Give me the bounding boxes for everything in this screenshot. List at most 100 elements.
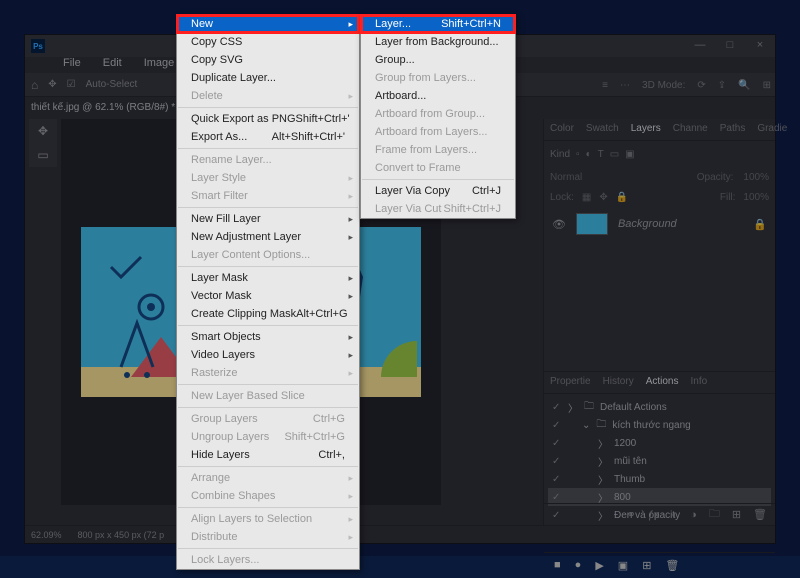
visibility-icon[interactable]: 👁 bbox=[552, 218, 566, 231]
menu-vector-mask[interactable]: Vector Mask bbox=[177, 287, 359, 305]
align-icon[interactable]: ≡ bbox=[602, 80, 608, 91]
distribute-icon[interactable]: ⋯ bbox=[620, 80, 630, 91]
menu-image[interactable]: Image bbox=[140, 55, 179, 71]
lock-position-icon[interactable]: ✥ bbox=[599, 192, 607, 203]
submenu-convert-to-frame: Convert to Frame bbox=[361, 159, 515, 177]
tab-layers[interactable]: Layers bbox=[625, 119, 667, 140]
tool-marquee-icon[interactable]: ▭ bbox=[29, 143, 57, 167]
tab-channels[interactable]: Channe bbox=[667, 119, 714, 140]
submenu-layer-via-cut: Layer Via CutShift+Ctrl+J bbox=[361, 200, 515, 218]
menu-clipping-mask[interactable]: Create Clipping MaskAlt+Ctrl+G bbox=[177, 305, 359, 323]
window-controls: — □ × bbox=[685, 35, 775, 55]
workspace-icon[interactable]: ⊞ bbox=[763, 80, 771, 91]
menu-smart-filter: Smart Filter bbox=[177, 187, 359, 205]
menu-layer-style: Layer Style bbox=[177, 169, 359, 187]
menu-arrange: Arrange bbox=[177, 469, 359, 487]
layer-row-background[interactable]: 👁 Background 🔒 bbox=[544, 207, 775, 241]
menu-copy-css[interactable]: Copy CSS bbox=[177, 33, 359, 51]
tab-properties[interactable]: Propertie bbox=[544, 372, 597, 393]
folder-icon: 🗀 bbox=[596, 417, 606, 434]
tab-history[interactable]: History bbox=[597, 372, 640, 393]
action-set[interactable]: ✓〉🗀Default Actions bbox=[548, 398, 771, 416]
actions-tabs: Propertie History Actions Info bbox=[544, 372, 775, 394]
trash-icon[interactable]: 🗑 bbox=[665, 559, 679, 572]
layer-filter-bar: Kind ▫ ◐ T ▭ ▣ bbox=[544, 141, 775, 167]
record-icon[interactable]: ● bbox=[575, 559, 582, 572]
tab-gradients[interactable]: Gradie bbox=[751, 119, 793, 140]
menu-quick-export[interactable]: Quick Export as PNGShift+Ctrl+' bbox=[177, 110, 359, 128]
menu-hide-layers[interactable]: Hide LayersCtrl+, bbox=[177, 446, 359, 464]
tab-color[interactable]: Color bbox=[544, 119, 580, 140]
tool-move-icon[interactable]: ✥ bbox=[29, 119, 57, 143]
submenu-group[interactable]: Group... bbox=[361, 51, 515, 69]
menu-export-as[interactable]: Export As...Alt+Shift+Ctrl+' bbox=[177, 128, 359, 146]
tab-paths[interactable]: Paths bbox=[714, 119, 752, 140]
filter-adjust-icon[interactable]: ◐ bbox=[586, 149, 592, 160]
document-tab[interactable]: thiết kế.jpg @ 62.1% (RGB/8#) * bbox=[25, 97, 175, 117]
action-item[interactable]: ✓〉Thumb bbox=[548, 470, 771, 488]
maximize-button[interactable]: □ bbox=[715, 35, 745, 55]
action-label: 800 bbox=[614, 492, 631, 503]
menu-video-layers[interactable]: Video Layers bbox=[177, 346, 359, 364]
minimize-button[interactable]: — bbox=[685, 35, 715, 55]
tab-info[interactable]: Info bbox=[685, 372, 714, 393]
mask-icon[interactable]: ◐ bbox=[672, 509, 679, 521]
submenu-layer-from-background[interactable]: Layer from Background... bbox=[361, 33, 515, 51]
menu-duplicate-layer[interactable]: Duplicate Layer... bbox=[177, 69, 359, 87]
shortcut: Alt+Shift+Ctrl+' bbox=[272, 131, 345, 143]
play-icon[interactable]: ▶ bbox=[595, 559, 603, 572]
menu-lock-layers: Lock Layers... bbox=[177, 551, 359, 569]
search-icon[interactable]: 🔍 bbox=[738, 80, 750, 91]
menu-layer-mask[interactable]: Layer Mask bbox=[177, 269, 359, 287]
new-layer-icon[interactable]: ⊞ bbox=[732, 508, 741, 521]
menu-edit[interactable]: Edit bbox=[99, 55, 126, 71]
home-icon[interactable]: ⌂ bbox=[31, 78, 38, 92]
submenu-layer[interactable]: Layer...Shift+Ctrl+N bbox=[361, 15, 515, 33]
menu-new-adjustment-layer[interactable]: New Adjustment Layer bbox=[177, 228, 359, 246]
shortcut: Ctrl+G bbox=[313, 413, 345, 425]
filter-image-icon[interactable]: ▫ bbox=[576, 149, 580, 160]
tab-patterns[interactable]: Pattern bbox=[793, 119, 800, 140]
action-item[interactable]: ✓⌄🗀kích thước ngang bbox=[548, 416, 771, 434]
menu-file[interactable]: File bbox=[59, 55, 85, 71]
action-item[interactable]: ✓〉mũi tên bbox=[548, 452, 771, 470]
filter-shape-icon[interactable]: ▭ bbox=[610, 149, 619, 160]
action-item[interactable]: ✓〉1200 bbox=[548, 434, 771, 452]
zoom-level[interactable]: 62.09% bbox=[31, 530, 62, 540]
adjust-icon[interactable]: ◑ bbox=[690, 509, 697, 521]
menu-combine-shapes: Combine Shapes bbox=[177, 487, 359, 505]
close-button[interactable]: × bbox=[745, 35, 775, 55]
opacity-value[interactable]: 100% bbox=[743, 172, 769, 183]
share-icon[interactable]: ⇪ bbox=[718, 80, 726, 91]
tab-actions[interactable]: Actions bbox=[640, 372, 685, 393]
submenu-group-from-layers: Group from Layers... bbox=[361, 69, 515, 87]
menu-new-fill-layer[interactable]: New Fill Layer bbox=[177, 210, 359, 228]
menu-copy-svg[interactable]: Copy SVG bbox=[177, 51, 359, 69]
new-set-icon[interactable]: ▣ bbox=[618, 559, 628, 572]
tab-swatches[interactable]: Swatch bbox=[580, 119, 625, 140]
submenu-artboard[interactable]: Artboard... bbox=[361, 87, 515, 105]
blend-mode[interactable]: Normal bbox=[550, 172, 582, 183]
menu-smart-objects[interactable]: Smart Objects bbox=[177, 328, 359, 346]
filter-type-icon[interactable]: T bbox=[598, 149, 604, 160]
new-action-icon[interactable]: ⊞ bbox=[642, 559, 651, 572]
orbit-icon[interactable]: ⟳ bbox=[697, 80, 705, 91]
trash-icon[interactable]: 🗑 bbox=[753, 508, 767, 521]
statusbar: 62.09% 800 px x 450 px (72 p bbox=[25, 525, 775, 543]
link-icon[interactable]: ⚭ bbox=[627, 508, 636, 521]
left-toolbox: ✥ ▭ bbox=[29, 119, 57, 167]
filter-smart-icon[interactable]: ▣ bbox=[625, 149, 634, 160]
auto-select-check[interactable]: ☑ bbox=[67, 79, 76, 90]
fx-icon[interactable]: ƒx bbox=[648, 509, 660, 521]
move-tool-icon[interactable]: ✥ bbox=[48, 79, 56, 90]
lock-pixels-icon[interactable]: ▦ bbox=[582, 192, 591, 203]
group-icon[interactable]: 🗀 bbox=[709, 505, 720, 524]
fill-value[interactable]: 100% bbox=[743, 192, 769, 203]
stop-icon[interactable]: ■ bbox=[554, 559, 561, 572]
lock-all-icon[interactable]: 🔒 bbox=[616, 192, 628, 203]
folder-icon: 🗀 bbox=[584, 399, 594, 416]
menu-rasterize: Rasterize bbox=[177, 364, 359, 382]
menu-delete: Delete bbox=[177, 87, 359, 105]
submenu-layer-via-copy[interactable]: Layer Via CopyCtrl+J bbox=[361, 182, 515, 200]
menu-new[interactable]: New bbox=[177, 15, 359, 33]
